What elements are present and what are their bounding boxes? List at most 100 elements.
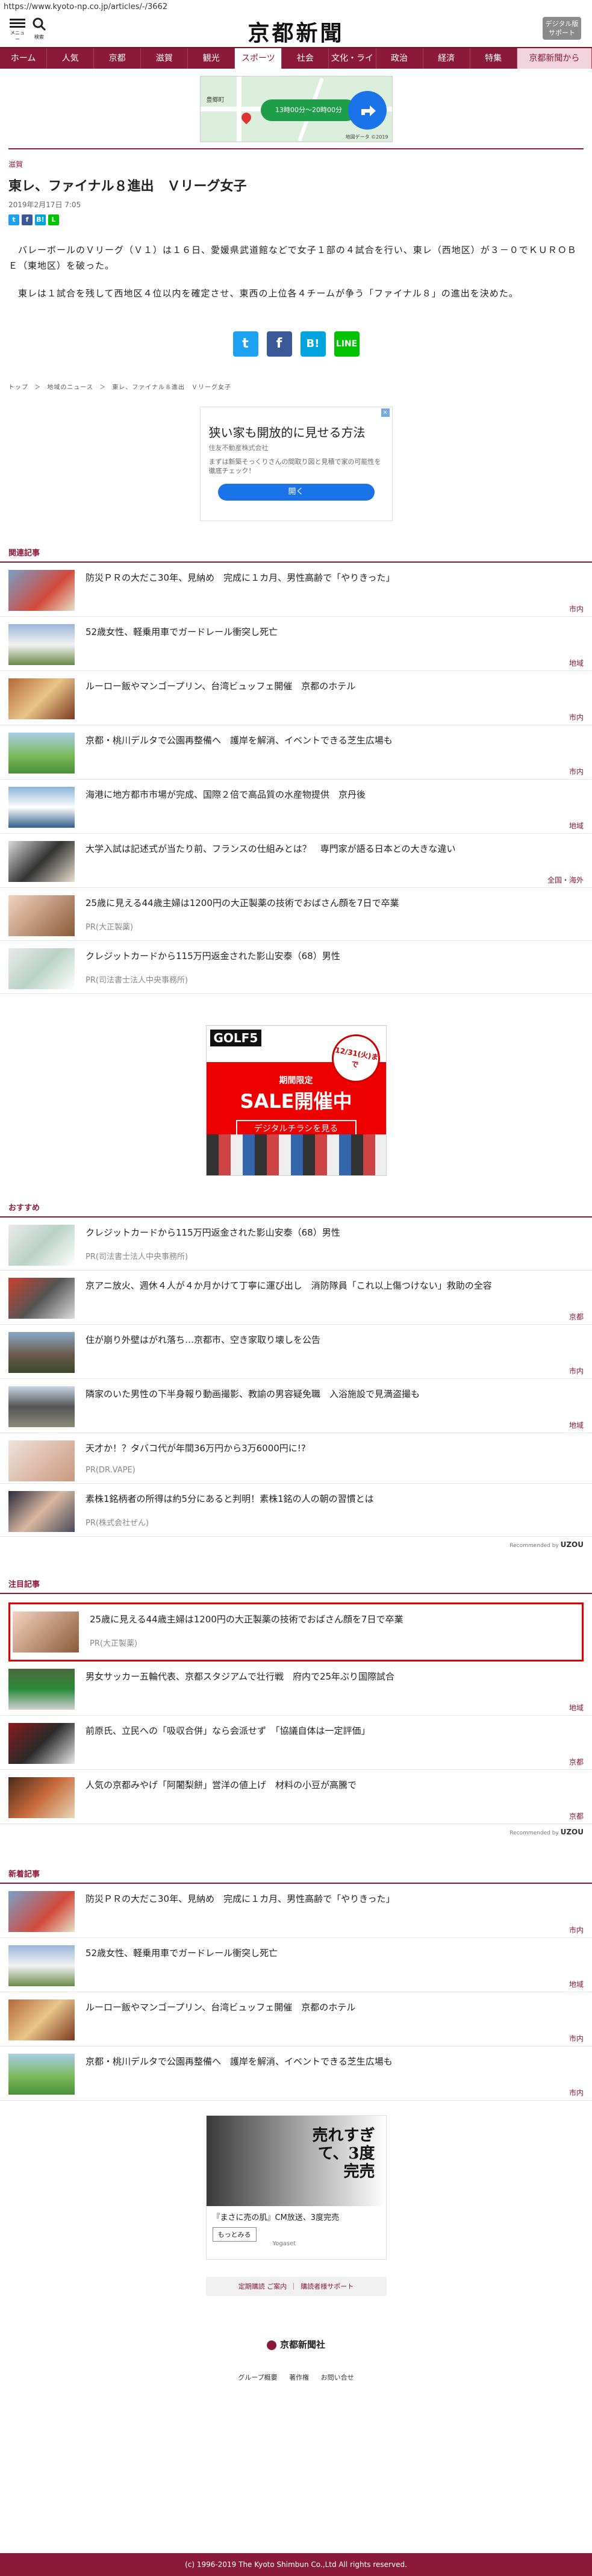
ad-photo: 売れすぎて、3度完売 <box>206 2116 386 2206</box>
directions-icon[interactable] <box>347 91 387 130</box>
item-thumbnail <box>8 1945 75 1986</box>
list-item[interactable]: 52歳女性、軽乗用車でガードレール衝突し死亡 地域 <box>0 617 592 671</box>
list-item[interactable]: 防災ＰＲの大だこ30年、見納め 完成に１カ月、男性高齢で「やりきった」 市内 <box>0 1884 592 1938</box>
site-logo[interactable]: 京都新聞 <box>0 16 592 47</box>
item-category-tag[interactable]: 京都 <box>86 1311 584 1324</box>
item-title: 海港に地方都市市場が完成、国際２倍で高品質の水産物提供 京丹後 <box>86 789 366 800</box>
nav-features[interactable]: 特集 <box>470 48 517 69</box>
item-category-tag[interactable]: 市内 <box>86 604 584 616</box>
item-category-tag[interactable]: 地域 <box>86 658 584 671</box>
footer-logo[interactable]: 京都新聞社 <box>0 2338 592 2351</box>
footer-link-group[interactable]: グループ概要 <box>238 2374 277 2381</box>
housing-advertisement[interactable]: × 狭い家も開放的に見せる方法 住友不動産株式会社 まずは新築そっくりさんの間取… <box>199 407 393 521</box>
site-header: メニュー 検索 京都新聞 デジタル版 サポート <box>0 14 592 47</box>
item-category-tag[interactable]: 京都 <box>86 1757 584 1769</box>
highlighted-item[interactable]: 25歳に見える44歳主婦は1200円の大正製薬の技術でおばさん顔を7日で卒業 P… <box>8 1602 584 1662</box>
hatena-icon[interactable]: B! <box>300 331 326 357</box>
item-thumbnail <box>8 1491 75 1532</box>
item-thumbnail <box>8 1225 75 1266</box>
list-item[interactable]: ルーロー飯やマンゴープリン、台湾ビュッフェ開催 京都のホテル 市内 <box>0 1992 592 2046</box>
nav-society[interactable]: 社会 <box>282 48 329 69</box>
nav-home[interactable]: ホーム <box>0 48 48 69</box>
item-category-tag[interactable]: 市内 <box>86 1925 584 1937</box>
list-item[interactable]: クレジットカードから115万円返金された影山安泰（68）男性 PR(司法書士法人中… <box>0 1218 592 1271</box>
breadcrumb-top[interactable]: トップ <box>8 384 28 391</box>
list-item[interactable]: 大学入試は記述式が当たり前、フランスの仕組みとは？ 専門家が語る日本との大きな違… <box>0 834 592 888</box>
nav-tourism[interactable]: 観光 <box>188 48 235 69</box>
list-item[interactable]: 人気の京都みやげ「阿闍梨餅」営洋の値上げ 材料の小豆が高騰で 京都 <box>0 1770 592 1824</box>
nav-popular[interactable]: 人気 <box>47 48 95 69</box>
line-icon[interactable]: L <box>48 214 59 225</box>
list-item[interactable]: 52歳女性、軽乗用車でガードレール衝突し死亡地域 <box>0 1938 592 1992</box>
article-paragraph: バレーボールのＶリーグ（Ｖ１）は１６日、愛媛県武道館などで女子１部の４試合を行い… <box>8 245 577 271</box>
list-item[interactable]: 住が崩り外壁はがれ落ち…京都市、空き家取り壊しを公告 市内 <box>0 1325 592 1379</box>
list-item[interactable]: 前原氏、立民への「吸収合併」なら会派せず 「協議自体は一定評価」 京都 <box>0 1716 592 1770</box>
list-item[interactable]: 海港に地方都市市場が完成、国際２倍で高品質の水産物提供 京丹後地域 <box>0 780 592 834</box>
list-item[interactable]: ルーロー飯やマンゴープリン、台湾ビュッフェ開催 京都のホテル 市内 <box>0 671 592 725</box>
recommended-by[interactable]: Recommended by UZOU <box>0 1824 592 1840</box>
twitter-icon[interactable]: t <box>8 214 19 225</box>
twitter-icon[interactable]: t <box>232 331 258 357</box>
line-icon[interactable]: LINE <box>334 331 360 357</box>
list-item[interactable]: 天才か！？タバコ代が年間36万円から3万6000円に!? PR(DR.VAPE) <box>0 1433 592 1484</box>
item-category-tag[interactable]: 地域 <box>86 1979 584 1992</box>
map-cta-pill[interactable]: 13時00分～20時00分 <box>260 99 357 121</box>
item-thumbnail <box>8 1332 75 1373</box>
item-title: 防災ＰＲの大だこ30年、見納め 完成に１カ月、男性高齢で「やりきった」 <box>86 572 395 583</box>
facebook-icon[interactable]: f <box>22 214 33 225</box>
main-nav: ホーム 人気 京都 滋賀 観光 スポーツ 社会 文化・ライフ 政治 経済 特集 … <box>0 47 592 84</box>
footer-link-contact[interactable]: お問い合せ <box>321 2374 354 2381</box>
item-thumbnail <box>8 895 75 936</box>
breadcrumb-local[interactable]: 地域のニュース <box>47 384 93 391</box>
item-category-tag[interactable]: 全国・海外 <box>86 875 584 887</box>
item-title: 52歳女性、軽乗用車でガードレール衝突し死亡 <box>86 1948 278 1959</box>
item-category-tag[interactable]: 市内 <box>86 766 584 779</box>
list-item[interactable]: 男女サッカー五輪代表、京都スタジアムで壮行戦 府内で25年ぶり国際試合地域 <box>0 1662 592 1716</box>
item-thumbnail <box>8 1278 75 1319</box>
nav-economy[interactable]: 経済 <box>423 48 470 69</box>
nav-shiga[interactable]: 滋賀 <box>141 48 189 69</box>
hatena-icon[interactable]: B! <box>35 214 46 225</box>
ad-open-button[interactable]: 開く <box>217 484 375 501</box>
item-category-tag[interactable]: 京都 <box>86 1811 584 1824</box>
item-category-tag[interactable]: 市内 <box>86 1366 584 1378</box>
nav-politics[interactable]: 政治 <box>376 48 423 69</box>
nav-from-kyoto-np[interactable]: 京都新聞から <box>517 48 592 69</box>
list-item[interactable]: クレジットカードから115万円返金された影山安泰（68）男性 PR(司法書士法人中… <box>0 941 592 994</box>
recommended-by[interactable]: Recommended by UZOU <box>0 1537 592 1552</box>
article-category[interactable]: 滋賀 <box>8 159 584 169</box>
ad-choices-icon[interactable]: × <box>381 408 390 417</box>
nav-sports[interactable]: スポーツ <box>235 48 282 69</box>
recommended-by-label: Recommended by <box>509 1830 559 1836</box>
item-category-tag[interactable]: 市内 <box>86 2033 584 2046</box>
footer-link-copyright[interactable]: 著作権 <box>289 2374 309 2381</box>
item-title: 男女サッカー五輪代表、京都スタジアムで壮行戦 府内で25年ぶり国際試合 <box>86 1671 395 1682</box>
facebook-icon[interactable]: f <box>266 331 292 357</box>
section-heading: 関連記事 <box>0 546 592 563</box>
subscriber-support-link[interactable]: 購読者様サポート <box>301 2281 354 2291</box>
list-item[interactable]: 京都・桃川デルタで公園再整備へ 護岸を解消、イベントできる芝生広場も市内 <box>0 2046 592 2101</box>
nav-culture[interactable]: 文化・ライフ <box>329 48 376 84</box>
list-item[interactable]: 防災ＰＲの大だこ30年、見納め 完成に１カ月、男性高齢で「やりきった」市内 <box>0 563 592 617</box>
item-category-tag[interactable]: 市内 <box>86 2087 584 2100</box>
golf5-advertisement[interactable]: GOLF5 12/31(火)まで 期間限定 SALE開催中 デジタルチラシを見る <box>205 1025 387 1176</box>
ad-more-button[interactable]: もっとみる <box>212 2227 257 2242</box>
ad-description: まずは新築そっくりさんの間取り図と見積で家の可能性を徹底チェック！ <box>208 458 381 475</box>
cosmetics-advertisement[interactable]: 売れすぎて、3度完売 『まさに売の肌』CM放送、3度完売 もっとみる Yogas… <box>205 2115 387 2260</box>
list-item[interactable]: 京アニ放火、週休４人が４か月かけて丁寧に運び出し 消防隊員「これ以上傷つけない」… <box>0 1271 592 1325</box>
list-item[interactable]: 隣家のいた男性の下半身報り動画撮影、教諭の男容疑免職 入浴施設で見満盗撮も 地域 <box>0 1379 592 1433</box>
nav-kyoto[interactable]: 京都 <box>94 48 142 69</box>
item-category-tag[interactable]: 地域 <box>86 821 584 833</box>
subscription-link[interactable]: 定期購読 ご案内 <box>238 2281 287 2291</box>
section-heading: 新着記事 <box>0 1868 592 1884</box>
list-item[interactable]: 素株1銘柄者の所得は約5分にあると判明！素株1銘の人の朝の習慣とは PR(株式会社… <box>0 1484 592 1537</box>
item-thumbnail <box>8 841 75 882</box>
list-item[interactable]: 京都・桃川デルタで公園再整備へ 護岸を解消、イベントできる芝生広場も 市内 <box>0 725 592 780</box>
list-item[interactable]: 25歳に見える44歳主婦は1200円の大正製薬の技術でおばさん顔を7日で卒業 PR… <box>0 888 592 941</box>
item-category-tag[interactable]: 市内 <box>86 712 584 725</box>
item-category-tag[interactable]: 地域 <box>86 1702 584 1715</box>
map-advertisement[interactable]: 豊郷町 13時00分～20時00分 地図データ ©2019 <box>199 76 393 142</box>
item-category-tag[interactable]: 地域 <box>86 1420 584 1433</box>
item-title: 京都・桃川デルタで公園再整備へ 護岸を解消、イベントできる芝生広場も <box>86 2056 393 2067</box>
digital-support-button[interactable]: デジタル版 サポート <box>543 17 581 40</box>
